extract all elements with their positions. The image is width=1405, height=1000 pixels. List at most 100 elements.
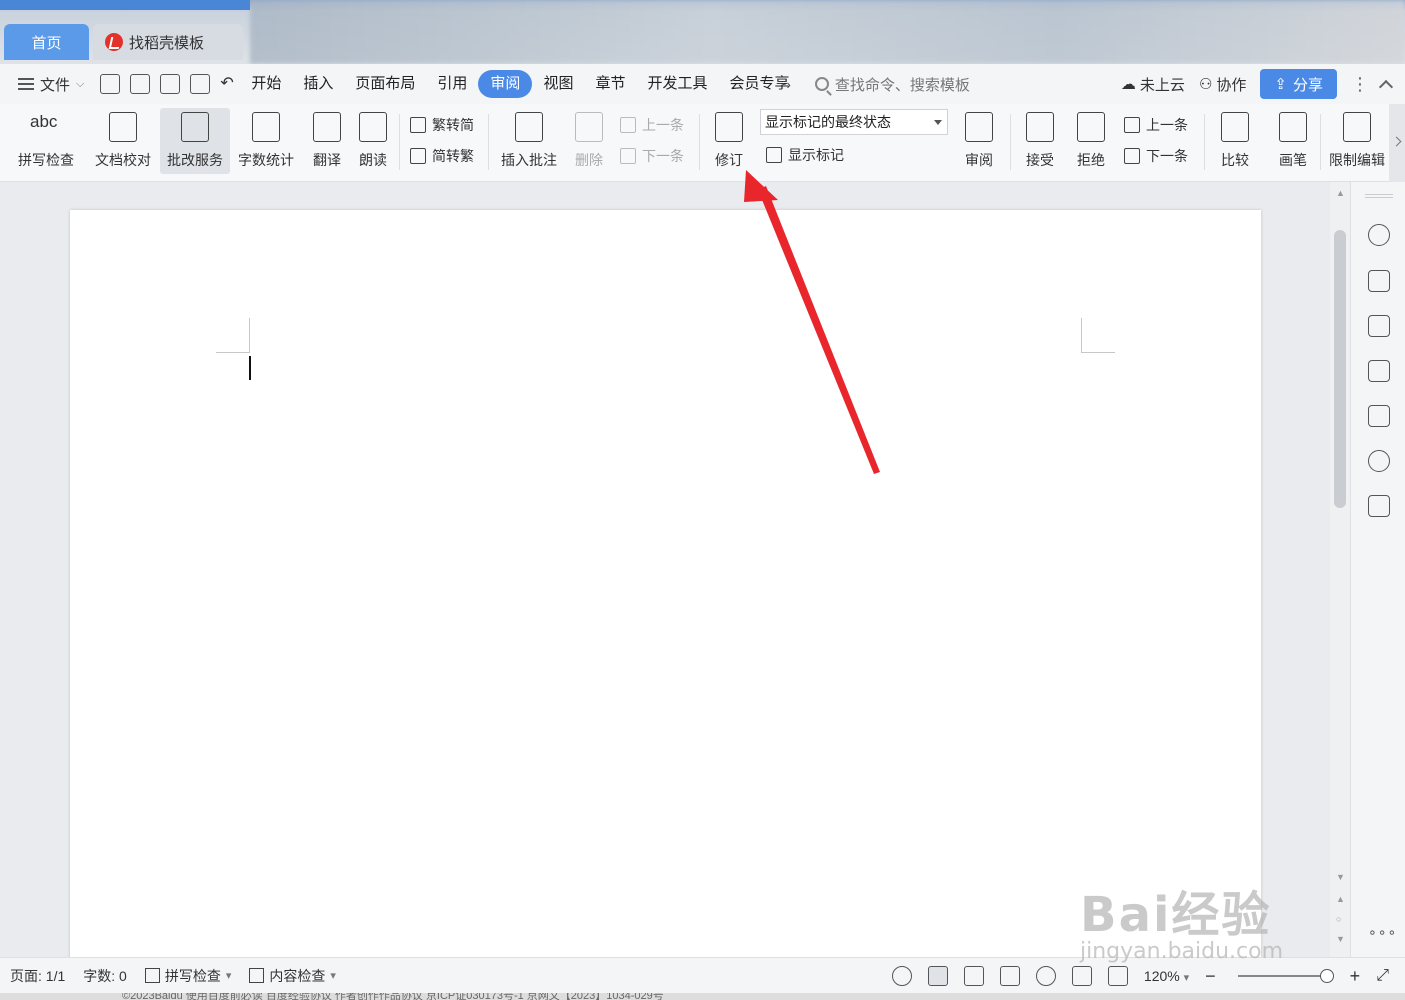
collab-button[interactable]: ⚇ 协作: [1199, 74, 1246, 95]
page-view-icon[interactable]: [927, 966, 948, 986]
next-page-icon[interactable]: ▼: [1336, 934, 1345, 944]
doc-proof-button[interactable]: 文档校对: [90, 108, 156, 174]
prev-comment-button[interactable]: 上一条: [620, 115, 684, 135]
command-search[interactable]: 查找命令、搜索模板: [814, 74, 970, 95]
chevron-down-icon: ▾: [330, 970, 336, 982]
simp-to-trad-button[interactable]: 简转繁: [410, 146, 474, 166]
insert-comment-button[interactable]: 插入批注: [496, 108, 562, 174]
track-changes-button[interactable]: 修订: [706, 108, 752, 174]
reject-button[interactable]: 拒绝: [1066, 108, 1116, 174]
pen-button[interactable]: 画笔: [1270, 108, 1316, 174]
menu-tab-member[interactable]: 会员专享: [718, 70, 792, 98]
crop-mark-top-right-v: [1081, 318, 1082, 352]
scroll-down-icon[interactable]: ▼: [1336, 872, 1345, 882]
menu-tab-insert[interactable]: 插入: [292, 70, 344, 98]
spellcheck-button[interactable]: abc 拼写检查: [8, 108, 84, 174]
eye-protection-icon[interactable]: [891, 966, 912, 986]
zoom-slider-knob[interactable]: [1319, 969, 1334, 983]
word-count-button[interactable]: 字数统计: [234, 108, 298, 174]
prev-change-button[interactable]: 上一条: [1124, 115, 1188, 135]
scrollbar-thumb[interactable]: [1334, 230, 1346, 508]
zoom-select[interactable]: 120% ▾: [1144, 968, 1189, 984]
menu-right-actions: ☁ 未上云 ⚇ 协作 ⇪ 分享 ⋮: [1121, 64, 1394, 104]
menu-tab-developer[interactable]: 开发工具: [636, 70, 718, 98]
book-search-icon[interactable]: [1368, 495, 1390, 517]
chevron-down-icon: ▾: [1183, 972, 1190, 984]
reject-icon: [1077, 112, 1105, 142]
share-label: 分享: [1292, 76, 1323, 94]
outline-view-icon[interactable]: [963, 966, 984, 986]
cursor-select-icon[interactable]: [1368, 315, 1390, 337]
next-comment-button[interactable]: 下一条: [620, 146, 684, 166]
markup-display-select[interactable]: 显示标记的最终状态: [760, 109, 948, 135]
restrict-edit-button[interactable]: 限制编辑: [1326, 108, 1388, 174]
reading-view-icon[interactable]: [999, 966, 1020, 986]
export-pdf-icon[interactable]: [130, 74, 151, 94]
translate-button[interactable]: 翻译: [302, 108, 352, 174]
doc-proof-label: 文档校对: [95, 152, 151, 168]
collapse-ribbon-icon[interactable]: [1378, 79, 1394, 95]
file-menu[interactable]: 文件 ⌵: [18, 74, 84, 95]
menu-tab-layout[interactable]: 页面布局: [344, 70, 426, 98]
next-comment-icon: [620, 148, 636, 164]
tab-template[interactable]: 找稻壳模板: [93, 24, 243, 60]
review-pane-button[interactable]: 审阅: [954, 108, 1004, 174]
write-mode-icon[interactable]: [1071, 966, 1092, 986]
review-pane-label: 审阅: [965, 152, 993, 168]
next-change-button[interactable]: 下一条: [1124, 146, 1188, 166]
fullscreen-icon[interactable]: ⤢: [1376, 967, 1389, 985]
accept-button[interactable]: 接受: [1016, 108, 1064, 174]
zoom-slider[interactable]: [1237, 969, 1334, 983]
more-tools-icon[interactable]: ∘∘∘: [1368, 924, 1397, 941]
sliders-icon[interactable]: [1368, 360, 1390, 382]
menu-tab-view[interactable]: 视图: [532, 70, 584, 98]
menu-tab-references[interactable]: 引用: [426, 70, 478, 98]
hamburger-icon: [18, 78, 34, 90]
image-search-icon[interactable]: [1368, 405, 1390, 427]
cloud-icon: ☁: [1120, 76, 1136, 93]
ribbon-separator: [699, 114, 700, 170]
share-button[interactable]: ⇪ 分享: [1260, 69, 1337, 99]
web-view-icon[interactable]: [1035, 966, 1056, 986]
scroll-up-icon[interactable]: ▲: [1336, 188, 1345, 198]
correction-service-button[interactable]: 批改服务: [160, 108, 230, 174]
lightning-icon[interactable]: [1368, 450, 1390, 472]
show-markup-button[interactable]: 显示标记: [766, 145, 844, 165]
menu-more-chevron-icon[interactable]: ›: [786, 77, 790, 92]
docer-logo-icon: [105, 33, 123, 51]
undo-icon[interactable]: ↶: [220, 74, 233, 94]
browse-object-icon[interactable]: ○: [1336, 914, 1344, 924]
compare-button[interactable]: 比较: [1210, 108, 1260, 174]
more-options-icon[interactable]: ⋮: [1351, 74, 1369, 95]
prev-page-icon[interactable]: ▲: [1336, 894, 1345, 904]
zoom-out-icon[interactable]: −: [1205, 966, 1216, 987]
trad-to-simp-button[interactable]: 繁转简: [410, 115, 474, 135]
delete-comment-button[interactable]: 删除: [566, 108, 612, 174]
menu-tab-chapter[interactable]: 章节: [584, 70, 636, 98]
print-icon[interactable]: [160, 74, 181, 94]
vertical-scrollbar[interactable]: ▲ ▼ ▲ ○ ▼: [1330, 182, 1350, 957]
spell-check-toggle[interactable]: 拼写检查 ▾: [144, 966, 231, 986]
menu-tab-review[interactable]: 审阅: [478, 70, 533, 98]
save-icon[interactable]: [100, 74, 121, 94]
page-indicator[interactable]: 页面: 1/1: [10, 966, 65, 986]
accept-icon: [1026, 112, 1054, 142]
cloud-label: 未上云: [1139, 76, 1185, 94]
edit-pen-icon[interactable]: [1368, 270, 1390, 292]
tab-home[interactable]: 首页: [4, 24, 89, 60]
collab-label: 协作: [1216, 76, 1247, 94]
print-preview-icon[interactable]: [190, 74, 211, 94]
menu-tab-start[interactable]: 开始: [240, 70, 292, 98]
rocket-icon[interactable]: [1368, 224, 1390, 246]
sidebar-handle: [1365, 194, 1393, 198]
ribbon-separator: [1320, 114, 1321, 170]
cloud-status[interactable]: ☁ 未上云: [1121, 74, 1185, 95]
read-aloud-button[interactable]: 朗读: [354, 108, 392, 174]
word-count-indicator[interactable]: 字数: 0: [83, 966, 127, 986]
ribbon-scroll-right[interactable]: [1389, 104, 1405, 182]
content-check-toggle[interactable]: 内容检查 ▾: [249, 966, 336, 986]
fit-page-icon[interactable]: [1107, 966, 1128, 986]
document-page[interactable]: [70, 210, 1261, 970]
zoom-in-icon[interactable]: +: [1350, 966, 1361, 987]
content-check-label: 内容检查: [269, 967, 326, 984]
